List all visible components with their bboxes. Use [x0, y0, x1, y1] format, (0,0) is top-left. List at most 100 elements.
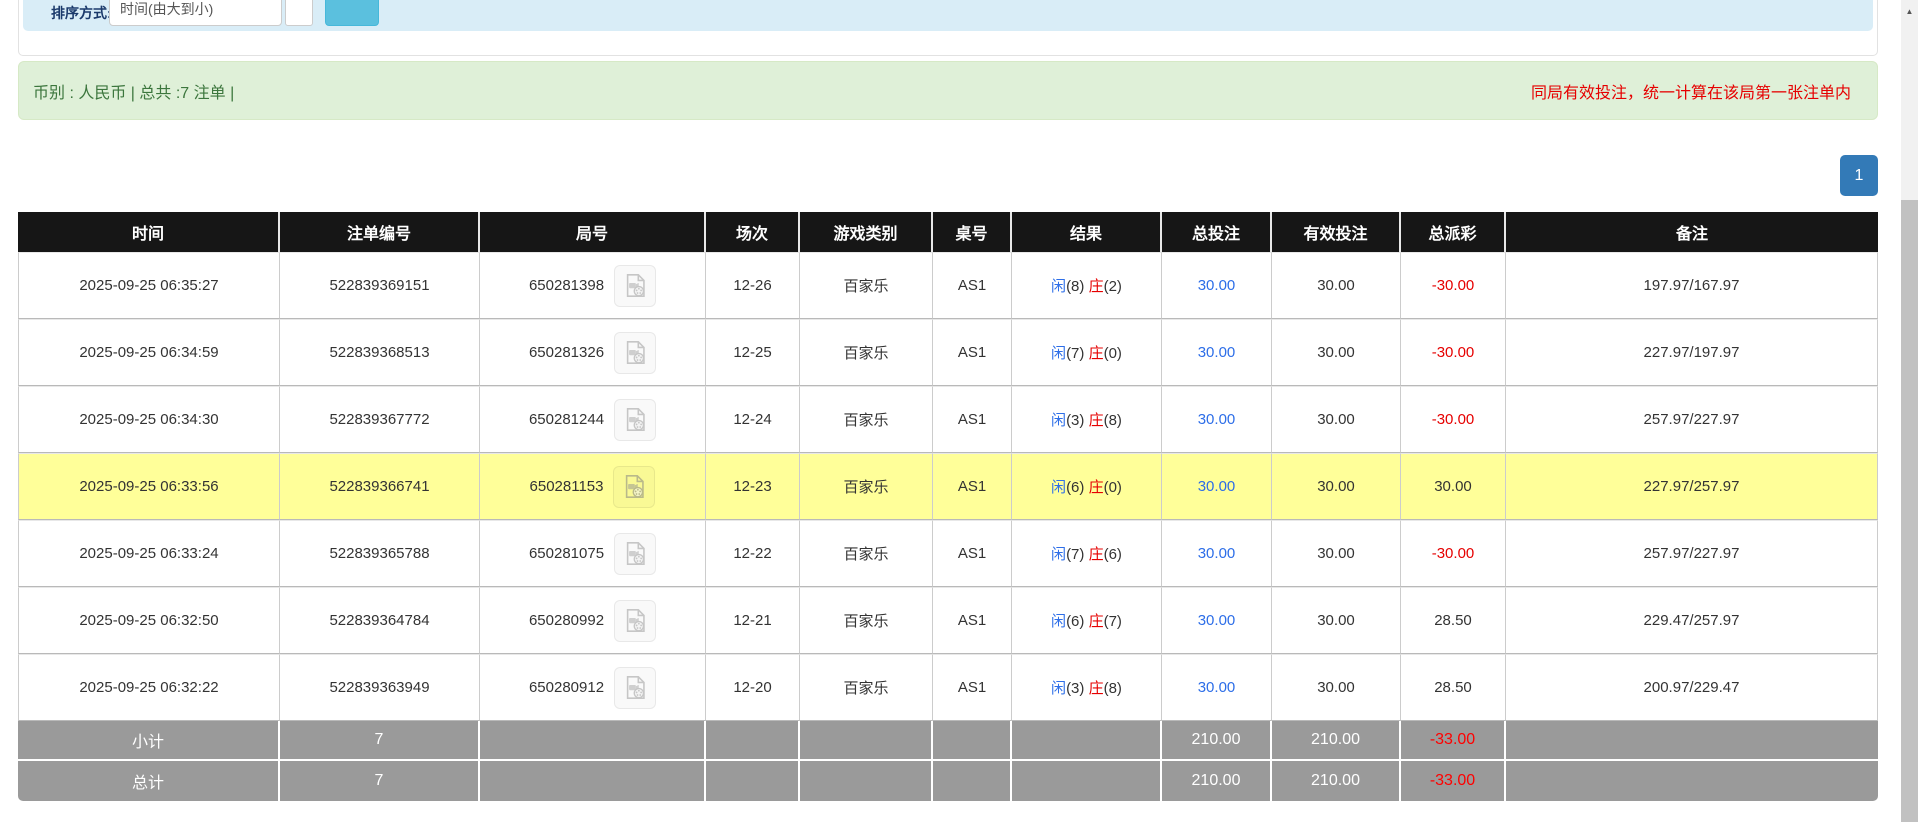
cell-payout: -30.00 — [1401, 520, 1506, 587]
cell-valid-bet: 30.00 — [1272, 587, 1401, 654]
video-replay-button[interactable] — [614, 532, 657, 575]
sort-input[interactable] — [109, 0, 282, 26]
cell-total-bet: 30.00 — [1162, 319, 1272, 386]
cell-game-type: 百家乐 — [800, 654, 933, 721]
cell-valid-bet: 30.00 — [1272, 453, 1401, 520]
cell-result: 闲(3) 庄(8) — [1012, 654, 1162, 721]
vertical-scrollbar[interactable]: ▲ — [1901, 0, 1918, 822]
cell-remark: 227.97/257.97 — [1506, 453, 1878, 520]
video-file-icon — [626, 341, 645, 364]
cell-round-id: 650281244 — [480, 386, 706, 453]
cell-remark: 229.47/257.97 — [1506, 587, 1878, 654]
col-result: 结果 — [1012, 212, 1162, 252]
round-number: 650281398 — [528, 277, 605, 294]
video-replay-button[interactable] — [614, 398, 657, 441]
cell-bet-id: 522839367772 — [280, 386, 480, 453]
cell-payout: 28.50 — [1401, 654, 1506, 721]
cell-time: 2025-09-25 06:32:22 — [18, 654, 280, 721]
total-count: 7 — [280, 761, 480, 801]
cell-result: 闲(3) 庄(8) — [1012, 386, 1162, 453]
cell-round-id: 650280992 — [480, 587, 706, 654]
page: 排序方式: 币别 : 人民币 | 总共 :7 注单 | 同局有效投注，统一计算在… — [0, 0, 1918, 822]
cell-table-no: AS1 — [933, 386, 1012, 453]
video-replay-button[interactable] — [614, 331, 657, 374]
scrollbar-thumb[interactable] — [1901, 200, 1918, 822]
cell-session: 12-20 — [706, 654, 800, 721]
cell-payout: -30.00 — [1401, 319, 1506, 386]
cell-round-id: 650281398 — [480, 252, 706, 319]
table-row: 2025-09-25 06:34:59 522839368513 6502813… — [18, 319, 1878, 386]
video-file-icon — [626, 542, 645, 565]
table-row: 2025-09-25 06:35:27 522839369151 6502813… — [18, 252, 1878, 319]
cell-valid-bet: 30.00 — [1272, 520, 1401, 587]
total-bet-link[interactable]: 30.00 — [1198, 612, 1236, 629]
cell-time: 2025-09-25 06:33:56 — [18, 453, 280, 520]
col-remark: 备注 — [1506, 212, 1878, 252]
cell-table-no: AS1 — [933, 587, 1012, 654]
table-row: 2025-09-25 06:34:30 522839367772 6502812… — [18, 386, 1878, 453]
video-file-icon — [625, 475, 644, 498]
sort-dropdown-box[interactable] — [285, 0, 313, 26]
subtotal-count: 7 — [280, 721, 480, 761]
cell-time: 2025-09-25 06:33:24 — [18, 520, 280, 587]
cell-round-id: 650280912 — [480, 654, 706, 721]
pagination-page-1[interactable]: 1 — [1840, 155, 1878, 196]
summary-alert: 币别 : 人民币 | 总共 :7 注单 | 同局有效投注，统一计算在该局第一张注… — [18, 61, 1878, 120]
total-valid-bet: 210.00 — [1272, 761, 1401, 801]
video-replay-button[interactable] — [613, 465, 656, 508]
col-bet-id: 注单编号 — [280, 212, 480, 252]
video-replay-button[interactable] — [614, 264, 657, 307]
filter-form-panel: 排序方式: — [18, 0, 1878, 56]
cell-bet-id: 522839366741 — [280, 453, 480, 520]
cell-payout: 30.00 — [1401, 453, 1506, 520]
table-row: 2025-09-25 06:33:24 522839365788 6502810… — [18, 520, 1878, 587]
cell-session: 12-22 — [706, 520, 800, 587]
total-bet-link[interactable]: 30.00 — [1198, 478, 1236, 495]
cell-round-id: 650281326 — [480, 319, 706, 386]
cell-time: 2025-09-25 06:34:30 — [18, 386, 280, 453]
scroll-up-icon[interactable]: ▲ — [1901, 4, 1918, 18]
video-replay-button[interactable] — [614, 666, 657, 709]
col-total-bet: 总投注 — [1162, 212, 1272, 252]
video-file-icon — [626, 408, 645, 431]
total-bet-link[interactable]: 30.00 — [1198, 545, 1236, 562]
cell-bet-id: 522839368513 — [280, 319, 480, 386]
cell-game-type: 百家乐 — [800, 587, 933, 654]
cell-remark: 227.97/197.97 — [1506, 319, 1878, 386]
total-bet-link[interactable]: 30.00 — [1198, 277, 1236, 294]
round-number: 650280992 — [528, 612, 605, 629]
total-bet-link[interactable]: 30.00 — [1198, 411, 1236, 428]
cell-total-bet: 30.00 — [1162, 587, 1272, 654]
cell-payout: -30.00 — [1401, 386, 1506, 453]
round-number: 650280912 — [528, 679, 605, 696]
col-session: 场次 — [706, 212, 800, 252]
cell-session: 12-23 — [706, 453, 800, 520]
table-row-highlighted: 2025-09-25 06:33:56 522839366741 6502811… — [18, 453, 1878, 520]
search-button[interactable] — [325, 0, 379, 26]
cell-table-no: AS1 — [933, 319, 1012, 386]
subtotal-payout: -33.00 — [1401, 721, 1506, 761]
col-payout: 总派彩 — [1401, 212, 1506, 252]
cell-table-no: AS1 — [933, 520, 1012, 587]
cell-remark: 257.97/227.97 — [1506, 520, 1878, 587]
bet-records-table: 时间 注单编号 局号 场次 游戏类别 桌号 结果 总投注 有效投注 总派彩 备注… — [18, 212, 1878, 801]
total-bet-link[interactable]: 30.00 — [1198, 344, 1236, 361]
cell-valid-bet: 30.00 — [1272, 654, 1401, 721]
total-total-bet: 210.00 — [1162, 761, 1272, 801]
valid-bet-notice-text: 同局有效投注，统一计算在该局第一张注单内 — [1530, 84, 1851, 102]
cell-time: 2025-09-25 06:32:50 — [18, 587, 280, 654]
video-replay-button[interactable] — [614, 599, 657, 642]
cell-bet-id: 522839364784 — [280, 587, 480, 654]
cell-table-no: AS1 — [933, 654, 1012, 721]
total-bet-link[interactable]: 30.00 — [1198, 679, 1236, 696]
col-game-type: 游戏类别 — [800, 212, 933, 252]
cell-result: 闲(8) 庄(2) — [1012, 252, 1162, 319]
round-number: 650281153 — [529, 478, 604, 495]
cell-total-bet: 30.00 — [1162, 453, 1272, 520]
subtotal-total-bet: 210.00 — [1162, 721, 1272, 761]
cell-result: 闲(7) 庄(6) — [1012, 520, 1162, 587]
cell-table-no: AS1 — [933, 252, 1012, 319]
cell-game-type: 百家乐 — [800, 453, 933, 520]
cell-bet-id: 522839369151 — [280, 252, 480, 319]
cell-remark: 257.97/227.97 — [1506, 386, 1878, 453]
